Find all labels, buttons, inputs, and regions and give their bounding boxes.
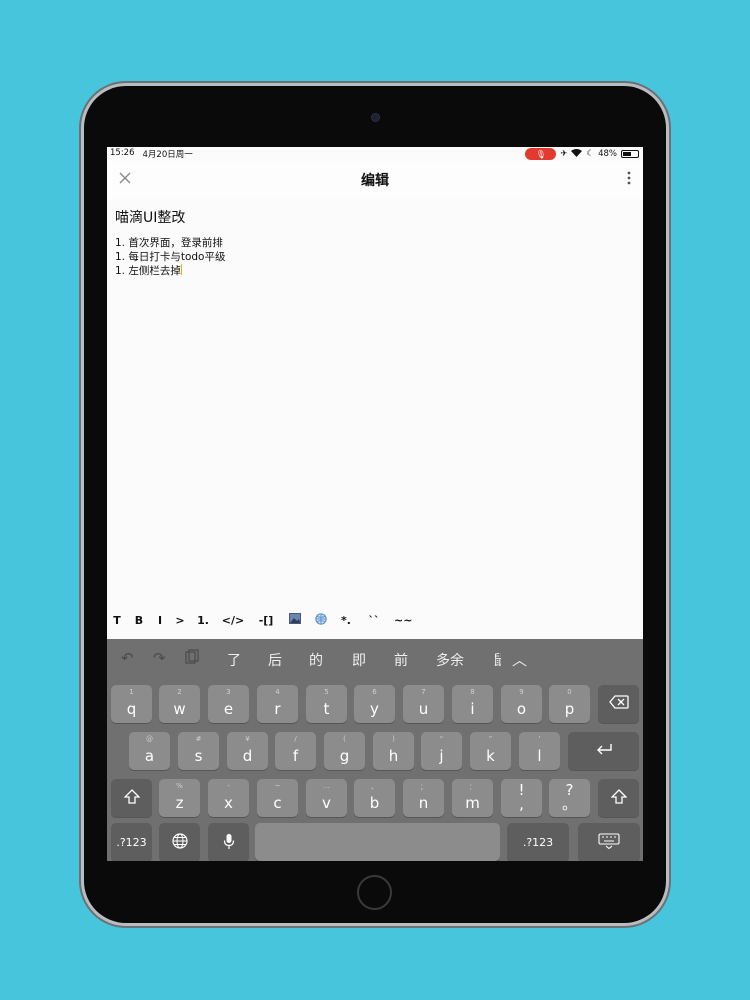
space-bar[interactable] xyxy=(255,823,500,861)
numbers-mode-button[interactable]: .?123 xyxy=(111,823,152,861)
return-button[interactable] xyxy=(568,732,639,770)
suggestion-word[interactable]: 即 xyxy=(352,650,366,670)
key-e[interactable]: 3e xyxy=(208,685,249,723)
key-k[interactable]: ” k xyxy=(470,732,511,770)
markdown-toolbar: T B I > 1. </> -[] *. `` ~~ xyxy=(111,610,639,630)
globe-icon xyxy=(159,833,200,853)
suggestion-word[interactable]: 了 xyxy=(227,650,241,670)
suggestion-word[interactable]: 前 xyxy=(394,650,408,670)
keyboard: ↶ ↷ 了 后 的 即 前 多余 鼠 ︿ 1q 2w 3e 4r 5t 6y 7… xyxy=(107,639,643,861)
airplane-icon: ✈ xyxy=(560,149,568,159)
clipboard-icon[interactable] xyxy=(185,649,199,668)
code-button[interactable]: </> xyxy=(221,614,245,627)
suggestion-word[interactable]: 鼠 xyxy=(493,650,501,670)
key-b[interactable]: 、 b xyxy=(354,779,395,817)
key-v[interactable]: … v xyxy=(306,779,347,817)
list-item: 1. 首次界面，登录前排 xyxy=(115,237,223,249)
dictation-button[interactable] xyxy=(208,823,249,861)
key-x[interactable]: -x xyxy=(208,779,249,817)
page-title: 编辑 xyxy=(361,173,389,189)
suggestion-bar: ↶ ↷ 了 后 的 即 前 多余 鼠 ︿ xyxy=(107,639,643,679)
key-t[interactable]: 5t xyxy=(306,685,347,723)
bold-button[interactable]: B xyxy=(133,614,145,627)
key-d[interactable]: ¥ d xyxy=(227,732,268,770)
redo-icon[interactable]: ↷ xyxy=(153,649,166,667)
document-list: 1. 首次界面，登录前排 1. 每日打卡与todo平级 1. 左侧栏去掉 xyxy=(115,237,635,279)
quote-button[interactable]: > xyxy=(175,614,185,627)
wifi-icon xyxy=(571,148,583,160)
hide-keyboard-button[interactable] xyxy=(578,823,640,861)
italic-button[interactable]: I xyxy=(156,614,164,627)
battery-icon xyxy=(621,150,639,158)
shift-icon xyxy=(111,789,152,808)
key-c[interactable]: ~ c xyxy=(257,779,298,817)
key-exclamation-comma[interactable]: ! , xyxy=(501,779,542,817)
status-date: 4月20日周一 xyxy=(142,150,193,160)
key-s[interactable]: # s xyxy=(178,732,219,770)
key-r[interactable]: 4r xyxy=(257,685,298,723)
expand-suggestions-icon[interactable]: ︿ xyxy=(512,649,527,670)
key-u[interactable]: 7u xyxy=(403,685,444,723)
strikethrough-button[interactable]: ~~ xyxy=(394,614,412,627)
key-a[interactable]: @ a xyxy=(129,732,170,770)
battery-percent: 48% xyxy=(598,149,617,159)
mic-recording-icon: 🎙 xyxy=(525,148,557,160)
moon-icon: ☾ xyxy=(586,149,595,159)
key-question-period[interactable]: ? 。 xyxy=(549,779,590,817)
backspace-button[interactable] xyxy=(598,685,639,723)
return-icon xyxy=(568,742,639,760)
heading-button[interactable]: T xyxy=(111,614,123,627)
editor-area[interactable]: 喵滴UI整改 1. 首次界面，登录前排 1. 每日打卡与todo平级 1. 左侧… xyxy=(115,207,635,607)
front-camera xyxy=(371,113,380,122)
list-item: 1. 左侧栏去掉 xyxy=(115,264,635,279)
list-item-text: 1. 左侧栏去掉 xyxy=(115,265,181,277)
globe-icon[interactable] xyxy=(314,612,328,628)
key-g[interactable]: (g xyxy=(324,732,365,770)
key-i[interactable]: 8i xyxy=(452,685,493,723)
more-options-icon[interactable] xyxy=(625,171,633,187)
suggestion-word[interactable]: 多余 xyxy=(436,650,464,670)
key-o[interactable]: 9o xyxy=(501,685,542,723)
list-item: 1. 每日打卡与todo平级 xyxy=(115,250,226,263)
key-z[interactable]: % z xyxy=(159,779,200,817)
key-h[interactable]: ) h xyxy=(373,732,414,770)
text-caret xyxy=(180,264,182,275)
inline-code-button[interactable]: `` xyxy=(367,614,381,627)
ordered-list-button[interactable]: 1. xyxy=(196,614,210,627)
key-m[interactable]: ： m xyxy=(452,779,493,817)
suggestion-word[interactable]: 后 xyxy=(268,650,282,670)
nav-bar: 编辑 xyxy=(107,161,643,199)
undo-icon[interactable]: ↶ xyxy=(121,649,134,667)
status-time: 15:26 xyxy=(110,148,135,158)
keyboard-dismiss-icon xyxy=(578,833,640,853)
key-l[interactable]: ' l xyxy=(519,732,560,770)
key-f[interactable]: / f xyxy=(275,732,316,770)
shift-left-button[interactable] xyxy=(111,779,152,817)
checkbox-button[interactable]: -[] xyxy=(257,614,275,627)
suggestion-word[interactable]: 的 xyxy=(309,650,323,670)
key-j[interactable]: “j xyxy=(421,732,462,770)
key-p[interactable]: 0p xyxy=(549,685,590,723)
key-y[interactable]: 6y xyxy=(354,685,395,723)
image-icon[interactable] xyxy=(288,613,302,627)
key-q[interactable]: 1q xyxy=(111,685,152,723)
document-title: 喵滴UI整改 xyxy=(115,210,186,226)
globe-keyboard-button[interactable] xyxy=(159,823,200,861)
status-bar: 15:26 4月20日周一 🎙 ✈ ☾ 48% xyxy=(107,147,643,160)
ipad-device: 15:26 4月20日周一 🎙 ✈ ☾ 48% 编辑 喵滴UI整改 1. 首次界… xyxy=(84,86,666,923)
backspace-icon xyxy=(598,695,639,713)
shift-right-button[interactable] xyxy=(598,779,639,817)
bullet-button[interactable]: *. xyxy=(340,614,352,627)
microphone-icon xyxy=(208,833,249,854)
screen: 15:26 4月20日周一 🎙 ✈ ☾ 48% 编辑 喵滴UI整改 1. 首次界… xyxy=(107,147,643,861)
key-w[interactable]: 2w xyxy=(159,685,200,723)
numbers-mode-button-right[interactable]: .?123 xyxy=(507,823,569,861)
home-button[interactable] xyxy=(357,875,392,910)
key-n[interactable]: ； n xyxy=(403,779,444,817)
shift-icon xyxy=(598,789,639,808)
